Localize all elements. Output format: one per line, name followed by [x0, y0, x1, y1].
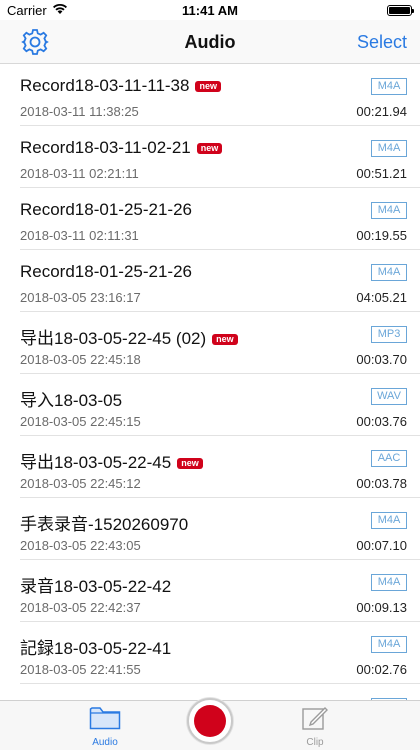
navigation-bar: Audio Select — [0, 20, 420, 64]
format-badge: AAC — [371, 450, 407, 467]
new-badge: new — [177, 458, 203, 469]
recording-duration: 00:21.94 — [356, 104, 407, 119]
format-badge: MP3 — [371, 326, 407, 343]
recording-name-text: 記録18-03-05-22-41 — [20, 639, 172, 658]
recording-row[interactable]: 記録18-03-05-22-41 M4A 2018-03-05 22:41:55 00… — [20, 622, 420, 684]
recording-row[interactable]: 录音18-03-05-22-42 M4A 2018-03-05 22:42:37 00… — [20, 560, 420, 622]
recording-name: 导出18-03-05-22-45 (02) new — [20, 324, 238, 349]
recording-name-text: 导出18-03-05-22-45 — [20, 453, 172, 472]
recording-name: 記録18-03-05-22-41 — [20, 634, 171, 659]
format-badge: M4A — [371, 78, 407, 95]
recording-name-text: Record18-03-11-02-21 — [20, 138, 191, 157]
format-badge: M4A — [371, 140, 407, 157]
new-badge: new — [196, 143, 223, 154]
recording-name-text: 导入18-03-05 — [20, 391, 123, 410]
recording-date: 2018-03-05 22:42:37 — [20, 600, 141, 615]
battery-icon — [387, 5, 414, 16]
recording-row[interactable]: 导入18-03-05 WAV 2018-03-05 22:45:15 00:03.76 — [20, 374, 420, 436]
recording-row[interactable]: Record18-03-11-11-38 new M4A 2018-03-11 11:… — [20, 64, 420, 126]
recording-date: 2018-03-11 02:11:31 — [20, 228, 139, 243]
recording-duration: 00:02.76 — [356, 662, 407, 677]
recording-name-text: Record18-01-25-21-26 — [20, 262, 192, 281]
format-badge: M4A — [371, 202, 407, 219]
recording-row[interactable]: 記録18-02-01-20-19M4A — [20, 684, 420, 700]
recording-date: 2018-03-05 22:43:05 — [20, 538, 141, 553]
recording-name-text: 手表录音-1520260970 — [20, 515, 189, 534]
recording-name-text: Record18-01-25-21-26 — [20, 200, 192, 219]
recording-row[interactable]: 导出18-03-05-22-45 (02) new MP3 2018-03-05 22… — [20, 312, 420, 374]
recording-date: 2018-03-11 02:21:11 — [20, 166, 139, 181]
format-badge: M4A — [371, 264, 407, 281]
recording-duration: 00:19.55 — [356, 228, 407, 243]
format-badge: WAV — [371, 388, 407, 405]
recording-name: Record18-01-25-21-26 — [20, 262, 192, 282]
format-badge: M4A — [371, 512, 407, 529]
recording-date: 2018-03-05 22:45:18 — [20, 352, 141, 367]
tab-audio-label: Audio — [92, 737, 118, 748]
recording-date: 2018-03-05 23:16:17 — [20, 290, 141, 305]
recording-name: 导出18-03-05-22-45 new — [20, 448, 203, 473]
record-icon — [194, 705, 226, 737]
recording-name: 手表录音-1520260970 — [20, 510, 188, 535]
recording-name: 导入18-03-05 — [20, 386, 122, 411]
recording-name: Record18-03-11-02-21 new — [20, 138, 223, 158]
recording-name: Record18-01-25-21-26 — [20, 200, 192, 220]
recording-row[interactable]: 导出18-03-05-22-45 new AAC 2018-03-05 22:45:1… — [20, 436, 420, 498]
recording-row[interactable]: Record18-01-25-21-26 M4A 2018-03-05 23:16:… — [20, 250, 420, 312]
new-badge: new — [195, 81, 221, 92]
recording-duration: 04:05.21 — [356, 290, 407, 305]
recording-row[interactable]: Record18-01-25-21-26 M4A 2018-03-11 02:11:… — [20, 188, 420, 250]
recording-duration: 00:03.76 — [356, 414, 407, 429]
recording-name-text: 录音18-03-05-22-42 — [20, 577, 172, 596]
recording-date: 2018-03-11 11:38:25 — [20, 104, 139, 119]
recording-row[interactable]: Record18-03-11-02-21 new M4A 2018-03-11 02:… — [20, 126, 420, 188]
recording-date: 2018-03-05 22:45:15 — [20, 414, 141, 429]
recording-date: 2018-03-05 22:41:55 — [20, 662, 141, 677]
recording-duration: 00:03.70 — [356, 352, 407, 367]
recording-name: Record18-03-11-11-38 new — [20, 76, 221, 96]
edit-icon — [285, 705, 345, 736]
tab-clip-label: Clip — [306, 737, 324, 748]
format-badge: M4A — [371, 636, 407, 653]
format-badge: M4A — [371, 574, 407, 591]
status-time: 11:41 AM — [182, 3, 238, 18]
select-button[interactable]: Select — [357, 32, 407, 53]
recording-duration: 00:09.13 — [356, 600, 407, 615]
recording-name-text: 导出18-03-05-22-45 (02) — [20, 329, 207, 348]
tab-clip[interactable]: Clip — [285, 705, 345, 748]
tab-audio[interactable]: Audio — [75, 705, 135, 748]
recording-date: 2018-03-05 22:45:12 — [20, 476, 141, 491]
recording-name-text: Record18-03-11-11-38 — [20, 76, 190, 95]
recording-name: 录音18-03-05-22-42 — [20, 572, 171, 597]
recording-duration: 00:51.21 — [356, 166, 407, 181]
new-badge: new — [212, 334, 238, 345]
recordings-list[interactable]: Record18-03-11-11-38 new M4A 2018-03-11 11:… — [0, 64, 420, 700]
recording-duration: 00:03.78 — [356, 476, 407, 491]
recording-row[interactable]: 手表录音-1520260970 M4A 2018-03-05 22:43:05 00:… — [20, 498, 420, 560]
folder-icon — [75, 705, 135, 736]
status-bar: Carrier 11:41 AM — [0, 0, 420, 20]
recording-duration: 00:07.10 — [356, 538, 407, 553]
record-button[interactable] — [187, 698, 233, 744]
